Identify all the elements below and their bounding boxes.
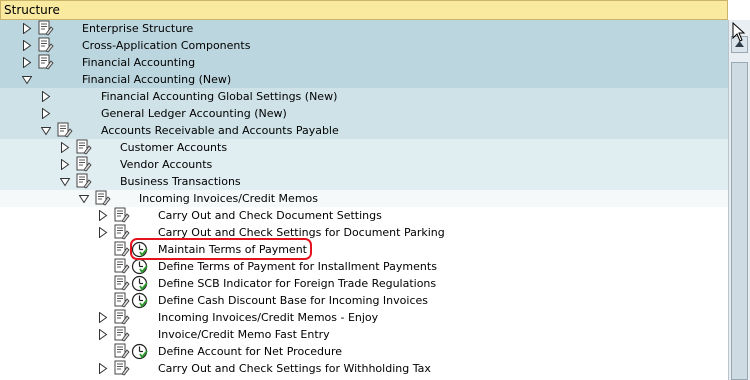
tree-node-label[interactable]: Financial Accounting	[82, 54, 195, 71]
tree-node-label[interactable]: Business Transactions	[120, 173, 241, 190]
tree-node-label[interactable]: Define SCB Indicator for Foreign Trade R…	[158, 275, 436, 292]
documentation-icon[interactable]	[75, 139, 92, 156]
expand-node-icon[interactable]	[41, 107, 51, 120]
documentation-icon[interactable]	[113, 207, 130, 224]
tree-node-label[interactable]: Carry Out and Check Settings for Withhol…	[158, 360, 431, 377]
expand-node-icon[interactable]	[60, 158, 70, 171]
collapse-node-icon[interactable]	[40, 125, 52, 136]
tree-node[interactable]: Carry Out and Check Document Settings	[0, 207, 728, 224]
tree-node[interactable]: Define Account for Net Procedure	[0, 343, 728, 360]
documentation-icon[interactable]	[113, 326, 130, 343]
tree-node-label[interactable]: Invoice/Credit Memo Fast Entry	[158, 326, 330, 343]
documentation-icon[interactable]	[113, 343, 130, 360]
documentation-icon[interactable]	[113, 258, 130, 275]
documentation-icon[interactable]	[37, 37, 54, 54]
documentation-icon[interactable]	[37, 54, 54, 71]
expand-node-icon[interactable]	[22, 39, 32, 52]
collapse-node-icon[interactable]	[21, 74, 33, 85]
expand-node-icon[interactable]	[41, 90, 51, 103]
tree-node-label[interactable]: Financial Accounting (New)	[82, 71, 231, 88]
documentation-icon[interactable]	[94, 190, 111, 207]
header-title: Structure	[4, 3, 60, 17]
structure-tree: Enterprise Structure Cross-Application Co…	[0, 20, 728, 380]
tree-node[interactable]: Financial Accounting Global Settings (Ne…	[0, 88, 728, 105]
tree-node[interactable]: Maintain Terms of Payment	[0, 241, 728, 258]
tree-node[interactable]: Customer Accounts	[0, 139, 728, 156]
documentation-icon[interactable]	[75, 173, 92, 190]
mouse-cursor-icon	[732, 22, 746, 42]
tree-node[interactable]: General Ledger Accounting (New)	[0, 105, 728, 122]
expand-node-icon[interactable]	[22, 22, 32, 35]
tree-node-label[interactable]: Vendor Accounts	[120, 156, 212, 173]
tree-node-label[interactable]: Enterprise Structure	[82, 20, 193, 37]
tree-node[interactable]: Incoming Invoices/Credit Memos	[0, 190, 728, 207]
expand-node-icon[interactable]	[98, 209, 108, 222]
tree-node-label[interactable]: Financial Accounting Global Settings (Ne…	[101, 88, 337, 105]
documentation-icon[interactable]	[113, 224, 130, 241]
tree-node[interactable]: Financial Accounting (New)	[0, 71, 728, 88]
documentation-icon[interactable]	[113, 360, 130, 377]
expand-node-icon[interactable]	[98, 328, 108, 341]
tree-node[interactable]: Invoice/Credit Memo Fast Entry	[0, 326, 728, 343]
tree-node-label[interactable]: Incoming Invoices/Credit Memos	[139, 190, 318, 207]
expand-node-icon[interactable]	[98, 362, 108, 375]
tree-node[interactable]: Accounts Receivable and Accounts Payable	[0, 122, 728, 139]
execute-activity-icon[interactable]	[131, 258, 148, 275]
tree-node[interactable]: Vendor Accounts	[0, 156, 728, 173]
tree-node-label[interactable]: Cross-Application Components	[82, 37, 250, 54]
documentation-icon[interactable]	[113, 241, 130, 258]
documentation-icon[interactable]	[37, 20, 54, 37]
expand-node-icon[interactable]	[22, 56, 32, 69]
execute-activity-icon[interactable]	[131, 343, 148, 360]
tree-node-label[interactable]: General Ledger Accounting (New)	[101, 105, 287, 122]
highlight-annotation	[130, 238, 312, 260]
tree-node[interactable]: Incoming Invoices/Credit Memos - Enjoy	[0, 309, 728, 326]
expand-node-icon[interactable]	[98, 311, 108, 324]
documentation-icon[interactable]	[113, 275, 130, 292]
structure-header: Structure	[0, 0, 728, 20]
documentation-icon[interactable]	[75, 156, 92, 173]
vertical-scrollbar[interactable]	[728, 20, 750, 380]
expand-node-icon[interactable]	[98, 226, 108, 239]
collapse-node-icon[interactable]	[78, 193, 90, 204]
tree-node[interactable]: Enterprise Structure	[0, 20, 728, 37]
documentation-icon[interactable]	[56, 122, 73, 139]
collapse-node-icon[interactable]	[59, 176, 71, 187]
tree-node[interactable]: Carry Out and Check Settings for Withhol…	[0, 360, 728, 377]
tree-node-label[interactable]: Carry Out and Check Document Settings	[158, 207, 382, 224]
tree-node-label[interactable]: Define Terms of Payment for Installment …	[158, 258, 437, 275]
tree-node-label[interactable]: Define Account for Net Procedure	[158, 343, 342, 360]
tree-node[interactable]: Define Cash Discount Base for Incoming I…	[0, 292, 728, 309]
tree-node[interactable]: Define SCB Indicator for Foreign Trade R…	[0, 275, 728, 292]
documentation-icon[interactable]	[113, 292, 130, 309]
scroll-thumb[interactable]	[731, 62, 748, 380]
tree-node[interactable]: Carry Out and Check Settings for Documen…	[0, 224, 728, 241]
tree-node-label[interactable]: Define Cash Discount Base for Incoming I…	[158, 292, 428, 309]
execute-activity-icon[interactable]	[131, 292, 148, 309]
tree-node-label[interactable]: Incoming Invoices/Credit Memos - Enjoy	[158, 309, 378, 326]
tree-node[interactable]: Cross-Application Components	[0, 37, 728, 54]
tree-node-label[interactable]: Accounts Receivable and Accounts Payable	[101, 122, 339, 139]
documentation-icon[interactable]	[113, 309, 130, 326]
tree-node[interactable]: Define Terms of Payment for Installment …	[0, 258, 728, 275]
expand-node-icon[interactable]	[60, 141, 70, 154]
tree-node-label[interactable]: Customer Accounts	[120, 139, 227, 156]
tree-node[interactable]: Business Transactions	[0, 173, 728, 190]
execute-activity-icon[interactable]	[131, 275, 148, 292]
tree-node[interactable]: Financial Accounting	[0, 54, 728, 71]
